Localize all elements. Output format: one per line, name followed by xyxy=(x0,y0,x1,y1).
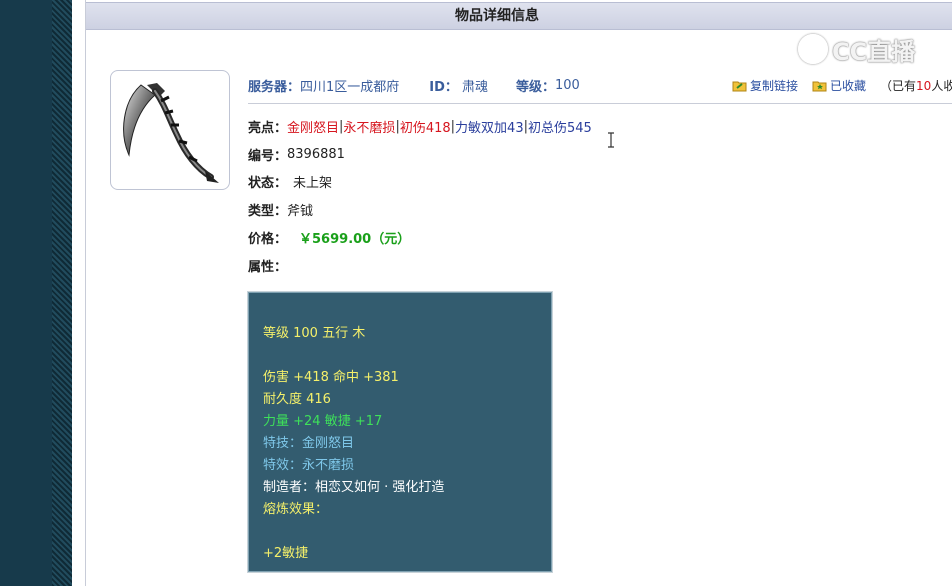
type-label: 类型： xyxy=(248,203,288,219)
folder-star-icon xyxy=(812,81,827,91)
sidebar-gap xyxy=(72,0,86,586)
stat-spacer xyxy=(263,345,551,367)
highlight-item: 永不磨损 xyxy=(343,120,396,136)
stat-damage-line: 伤害 +418 命中 +381 xyxy=(263,370,399,385)
stat-skill-line: 特技：金刚怒目 xyxy=(263,436,355,451)
watermark-text: CC直播 xyxy=(832,37,916,66)
copy-link-button[interactable]: 复制链接 xyxy=(732,77,798,94)
id-label: ID： xyxy=(429,79,458,95)
copy-link-label: 复制链接 xyxy=(750,78,799,93)
stat-str-agi-line: 力量 +24 敏捷 +17 xyxy=(263,414,383,429)
highlights-label: 亮点： xyxy=(248,120,288,136)
stat-bonus-line: +2敏捷 xyxy=(263,546,309,561)
folder-link-icon xyxy=(732,81,747,91)
highlight-item: 初伤418 xyxy=(399,120,451,136)
scythe-icon xyxy=(123,83,219,183)
header-divider xyxy=(248,103,952,104)
highlights-row: 亮点： 金刚怒目 | 永不磨损 | 初伤418 | 力敏双加43 | 初总伤54… xyxy=(248,116,592,136)
attributes-box: 等级 100 五行 木 伤害 +418 命中 +381 耐久度 416 力量 +… xyxy=(247,291,553,573)
stat-maker-line: 制造者：相恋又如何 · 强化打造 xyxy=(263,480,445,495)
price-value: ￥5699.00（元） xyxy=(299,231,411,247)
item-actions: 复制链接 已收藏 （已有10人收藏 xyxy=(732,76,952,94)
status-label: 状态： xyxy=(248,175,288,191)
item-meta-row: 服务器： 四川1区一成都府 ID： 肃魂 等级： 100 xyxy=(248,76,580,95)
panel-title: 物品详细信息 xyxy=(86,2,952,30)
server-value: 四川1区一成都府 xyxy=(300,79,400,95)
item-detail-panel: 物品详细信息 CC直播 服务器： 四川1区一成都府 ID： 肃魂 等级： 100… xyxy=(86,0,952,586)
serial-value: 8396881 xyxy=(287,146,345,162)
favorited-label: 已收藏 xyxy=(830,78,867,93)
server-label: 服务器： xyxy=(248,79,301,95)
id-value: 肃魂 xyxy=(461,79,488,95)
text-cursor-icon xyxy=(608,132,614,148)
fav-prefix: （已有 xyxy=(880,78,917,93)
level-label: 等级： xyxy=(515,79,555,95)
live-watermark: CC直播 xyxy=(798,34,916,66)
level-value: 100 xyxy=(554,77,580,93)
highlight-item: 金刚怒目 xyxy=(287,120,340,136)
favorite-count-text: （已有10人收藏 xyxy=(880,77,952,94)
attributes-row: 属性： xyxy=(248,255,287,275)
type-value: 斧钺 xyxy=(287,203,314,219)
status-value: 未上架 xyxy=(293,175,333,191)
price-row: 价格： ￥5699.00（元） xyxy=(248,227,410,247)
price-label: 价格： xyxy=(248,231,288,247)
watermark-logo-icon xyxy=(798,34,828,64)
favorited-button[interactable]: 已收藏 xyxy=(812,77,866,94)
fav-suffix: 人收藏 xyxy=(931,78,952,93)
attributes-label: 属性： xyxy=(248,259,288,275)
highlight-item: 初总伤545 xyxy=(527,120,592,136)
sidebar-stripe xyxy=(52,0,72,586)
status-row: 状态： 未上架 xyxy=(248,171,332,191)
highlight-item: 力敏双加43 xyxy=(455,120,524,136)
type-row: 类型： 斧钺 xyxy=(248,199,313,219)
stat-effect-line: 特效：永不磨损 xyxy=(263,458,355,473)
stat-spacer xyxy=(263,521,551,543)
item-thumbnail[interactable] xyxy=(110,70,230,190)
stat-level-line: 等级 100 五行 木 xyxy=(263,326,366,341)
serial-row: 编号： 8396881 xyxy=(248,144,345,164)
serial-label: 编号： xyxy=(248,148,288,164)
fav-count: 10 xyxy=(916,78,932,93)
stat-smelt-line: 熔炼效果： xyxy=(263,502,329,517)
stat-durability-line: 耐久度 416 xyxy=(263,392,331,407)
